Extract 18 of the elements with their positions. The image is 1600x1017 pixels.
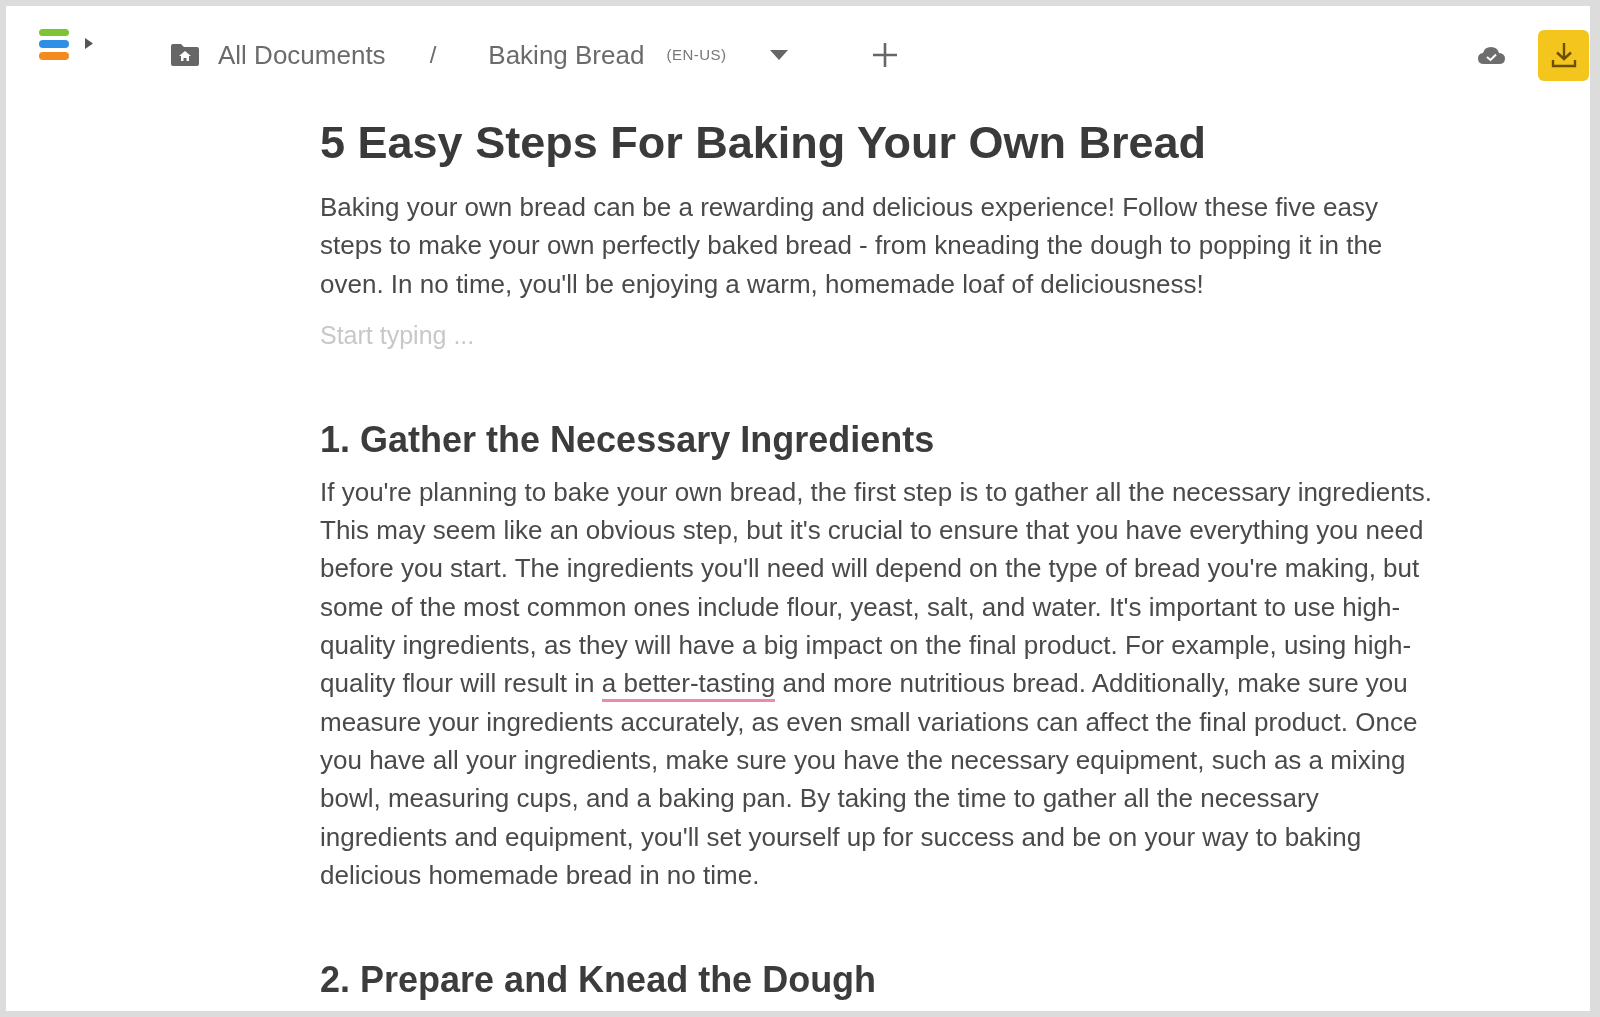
download-icon <box>1550 42 1577 68</box>
body-paragraph: Baking your own bread can be a rewarding and delicious experience! Follow these five easy steps to make your own perfectly baked bread - from kneading the dough to popping it in the oven. In no time, you'll be enjoying a warm, homemade loaf of deliciousness! <box>320 191 1384 301</box>
menu-icon[interactable] <box>39 29 69 60</box>
language-label: (EN-US) <box>666 44 727 65</box>
caret-icon <box>769 50 788 60</box>
folder-home-icon <box>171 44 199 66</box>
add-button[interactable] <box>870 41 899 69</box>
plus-icon <box>872 43 897 67</box>
download-button[interactable] <box>1538 29 1589 81</box>
breadcrumb-link[interactable]: All Documents <box>218 35 386 75</box>
expand-arrow-icon[interactable] <box>85 38 93 49</box>
document-name: Baking Bread <box>488 38 645 72</box>
body-paragraph: If you're planning to bake your own bread, the first step is to gather all the necessary ingredients. This may seem like an obvious step, but it's crucial to ensure that you have everything you need before you start. The ingredients you'll need will depend on the type of bread you're making, but some of the most common ones include flour, yeast, salt, and water. It's important to use high-quality ingredients, as they will have a big impact on the final product. For example, using high-quality flour will result in a better-tasting and more nutritious bread. Additionally, make sure you measure your ingredients accurately, as even small variations can affect the final product. Once you have all your ingredients, make sure you have the necessary equipment, such as a mixing bowl, measuring cups, and a baking pan. By taking the time to gather all the necessary ingredients and equipment, you'll set yourself up for success and be on your way to baking delicious homemade bread in no time. <box>320 475 1434 892</box>
section-heading: 1. Gather the Necessary Ingredients <box>320 417 936 462</box>
cloud-check-icon <box>1478 46 1505 64</box>
breadcrumb-separator: / <box>429 40 437 70</box>
section-heading: 2. Prepare and Knead the Dough <box>320 958 878 1003</box>
document-title: 5 Easy Steps For Baking Your Own Bread <box>320 117 1208 169</box>
